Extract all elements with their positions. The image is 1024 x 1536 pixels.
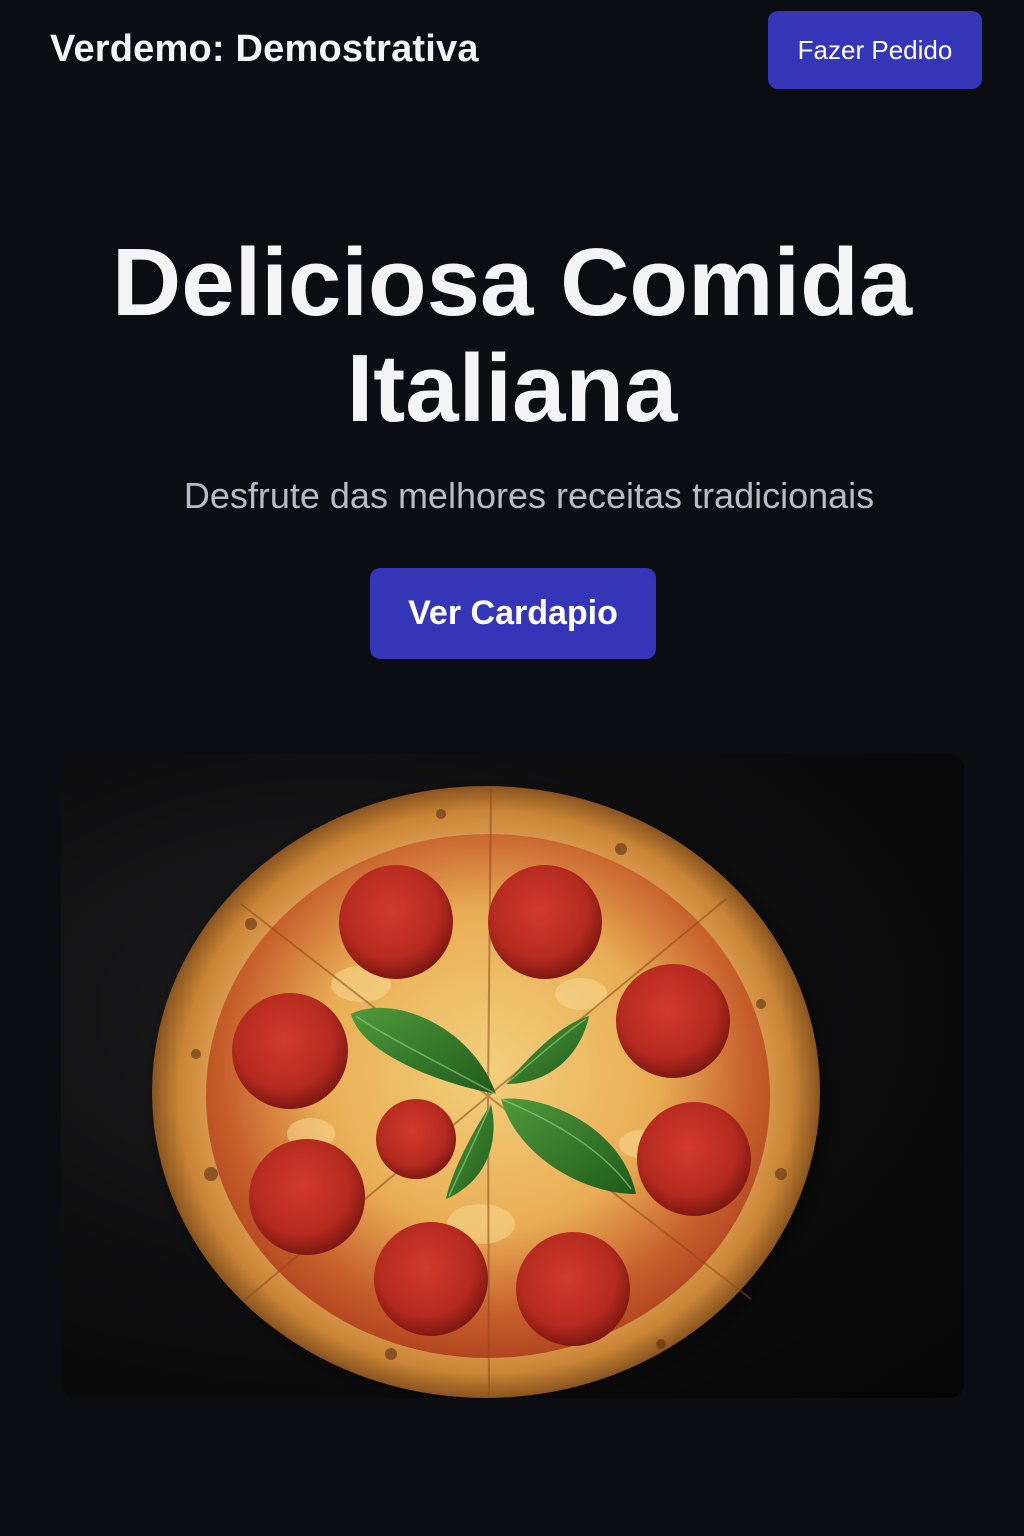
landing-page: Verdemo: Demostrativa Fazer Pedido Delic… [0, 0, 1024, 1536]
pizza-illustration [143, 776, 843, 1398]
view-menu-button[interactable]: Ver Cardapio [370, 568, 656, 659]
hero-title-line2: Italiana [346, 335, 678, 442]
header: Verdemo: Demostrativa Fazer Pedido [0, 0, 1024, 100]
hero-subtitle: Desfrute das melhores receitas tradicion… [183, 475, 875, 516]
hero-title-line1: Deliciosa Comida [111, 229, 913, 336]
pizza-image [61, 754, 964, 1398]
order-button[interactable]: Fazer Pedido [768, 11, 982, 89]
hero-title: Deliciosa Comida Italiana [0, 230, 1024, 442]
brand-title: Verdemo: Demostrativa [50, 28, 479, 70]
